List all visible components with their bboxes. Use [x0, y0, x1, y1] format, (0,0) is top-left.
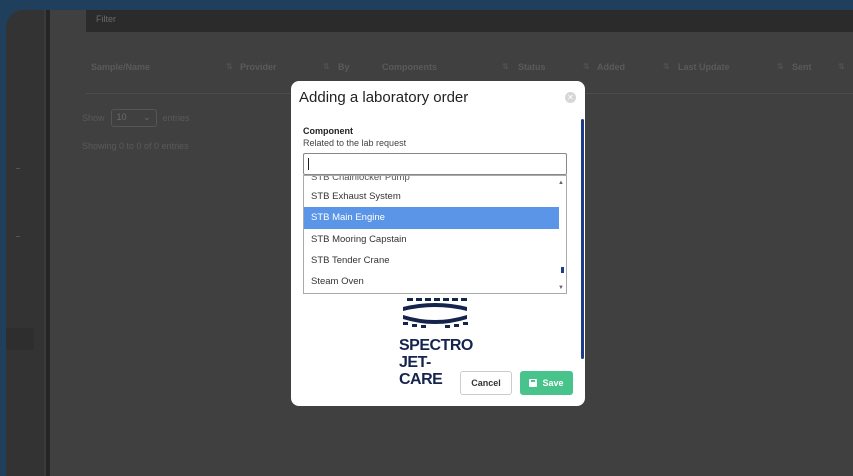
- sort-icon[interactable]: ⇅: [323, 62, 330, 71]
- dropdown-option[interactable]: Steam Oven: [304, 271, 566, 292]
- dropdown-option-selected[interactable]: STB Main Engine: [304, 207, 559, 229]
- save-button[interactable]: Save: [520, 371, 573, 395]
- col-provider[interactable]: Provider: [240, 62, 277, 72]
- sort-icon[interactable]: ⇅: [838, 62, 845, 71]
- page-length-value: 10: [116, 112, 127, 122]
- component-label: Component: [303, 126, 353, 136]
- logo-text-spectro: SPECTRO: [399, 337, 473, 354]
- scroll-up-icon[interactable]: ▲: [558, 180, 564, 186]
- close-icon[interactable]: ✕: [565, 92, 576, 103]
- sort-icon[interactable]: ⇅: [226, 62, 233, 71]
- sort-icon[interactable]: ⇅: [777, 62, 784, 71]
- show-label: Show: [82, 113, 105, 123]
- spectro-jetcare-logo: SPECTRO JET-CARE: [399, 294, 473, 388]
- filter-bar[interactable]: Filter: [86, 10, 853, 32]
- col-sample-name[interactable]: Sample/Name: [91, 62, 150, 72]
- sort-icon[interactable]: ⇅: [502, 62, 509, 71]
- modal-scrollbar[interactable]: [581, 119, 584, 359]
- dropdown-option[interactable]: STB Exhaust System: [304, 186, 566, 207]
- floppy-disk-icon: [529, 379, 538, 387]
- page-length-control: Show 10 ⌄ entries: [82, 109, 190, 127]
- sort-icon[interactable]: ⇅: [583, 62, 590, 71]
- globe-logo-icon: [403, 298, 468, 328]
- col-by[interactable]: By: [338, 62, 350, 72]
- dropdown-option[interactable]: STB Mooring Capstain: [304, 229, 566, 250]
- col-sent[interactable]: Sent: [792, 62, 812, 72]
- scroll-down-icon[interactable]: ▼: [558, 285, 564, 291]
- lab-order-modal: Adding a laboratory order ✕ Component Re…: [291, 81, 585, 406]
- sort-icon[interactable]: ⇅: [663, 62, 670, 71]
- component-search-input[interactable]: [303, 153, 567, 175]
- entries-label: entries: [162, 113, 190, 123]
- col-status[interactable]: Status: [518, 62, 546, 72]
- modal-title: Adding a laboratory order: [299, 89, 469, 106]
- text-caret: [308, 158, 309, 170]
- dropdown-option[interactable]: STB Tender Crane: [304, 250, 566, 271]
- chevron-down-icon: ⌄: [142, 112, 151, 122]
- sidebar-mark: [16, 236, 20, 237]
- sidebar-active-item[interactable]: [6, 328, 34, 350]
- page-length-select[interactable]: 10 ⌄: [110, 109, 157, 127]
- col-added[interactable]: Added: [597, 62, 625, 72]
- component-help-text: Related to the lab request: [303, 138, 407, 148]
- col-components[interactable]: Components: [382, 62, 437, 72]
- dropdown-option[interactable]: STB Chainlocker Pump: [304, 176, 566, 186]
- save-label: Save: [542, 378, 564, 388]
- table-info: Showing 0 to 0 of 0 entries: [82, 141, 189, 151]
- cancel-button[interactable]: Cancel: [460, 371, 512, 395]
- dropdown-scroll-thumb[interactable]: [561, 267, 564, 273]
- table-header: Sample/Name ⇅ Provider ⇅ By Components ⇅…: [86, 62, 853, 76]
- component-dropdown[interactable]: STB Chainlocker Pump STB Exhaust System …: [303, 175, 567, 294]
- sidebar-mark: [16, 168, 20, 169]
- left-sidebar: [6, 10, 44, 476]
- col-last-update[interactable]: Last Update: [678, 62, 730, 72]
- filter-label: Filter: [96, 14, 116, 24]
